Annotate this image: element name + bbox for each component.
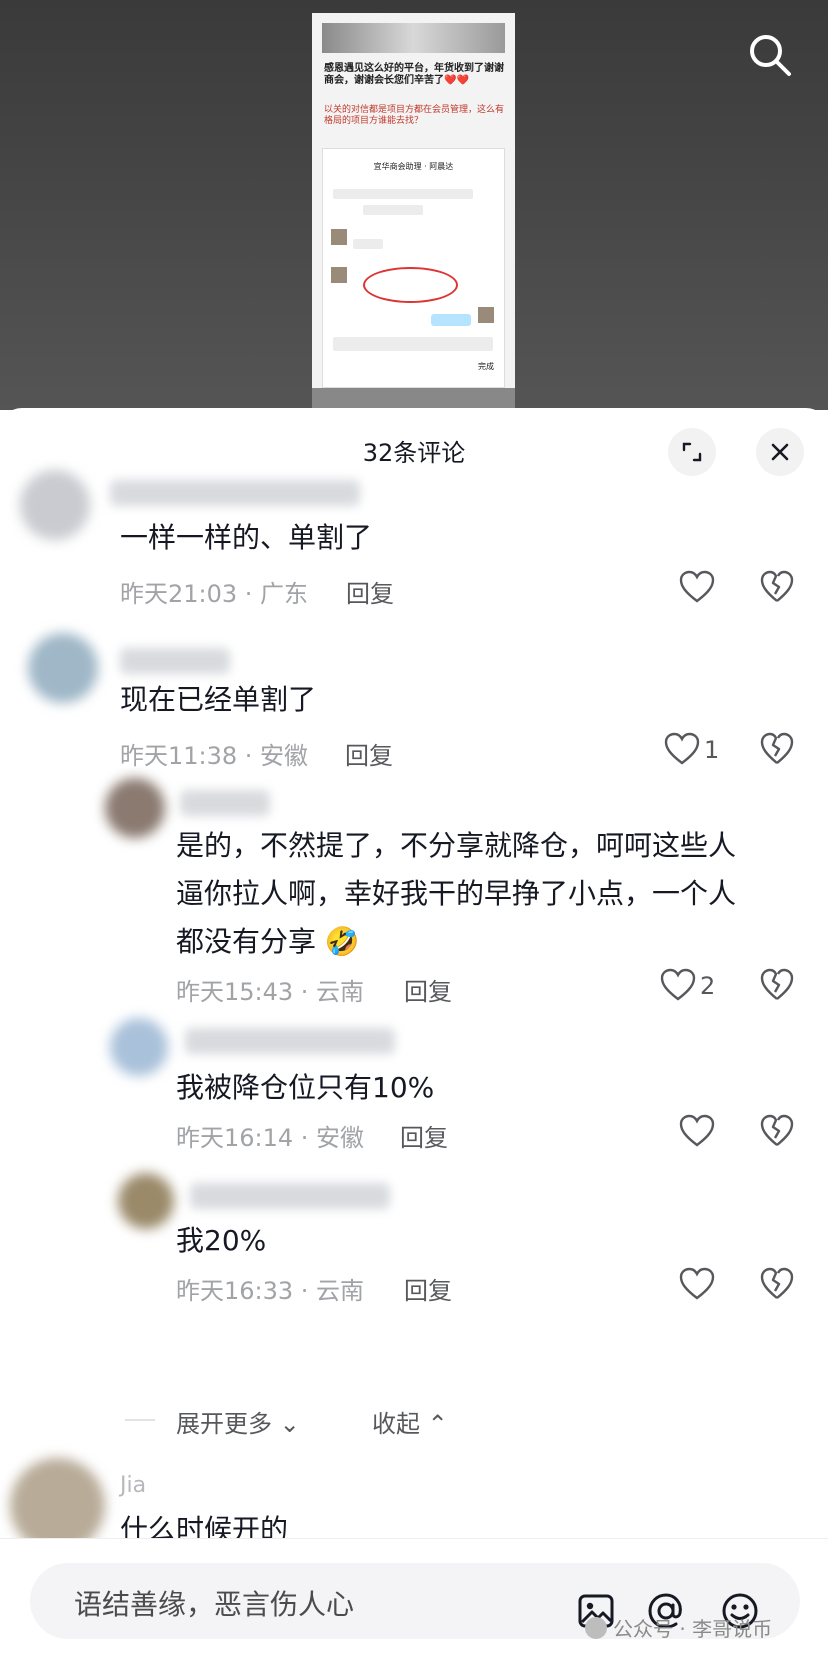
broken-heart-icon[interactable]: [760, 570, 794, 604]
expand-more-button[interactable]: 展开更多 ⌄: [176, 1404, 300, 1439]
thread-divider: [125, 1419, 155, 1421]
comment-text-line-2: 逼你拉人啊，幸好我干的早挣了小点，一个人: [176, 877, 737, 910]
collapse-button[interactable]: 收起 ⌃: [372, 1404, 448, 1439]
thumbnail-caption: 感恩遇见这么好的平台，年货收到了谢谢商会，谢谢会长您们辛苦了❤️❤️: [324, 63, 504, 86]
username[interactable]: [190, 1183, 390, 1209]
username[interactable]: [185, 1028, 395, 1054]
watermark-text: 公众号 · 李哥说币: [613, 1617, 773, 1641]
avatar[interactable]: [110, 1018, 168, 1076]
broken-heart-icon[interactable]: [760, 968, 794, 1002]
thumbnail-photo: [322, 23, 505, 53]
comment-meta: 昨天16:14 · 安徽: [176, 1124, 365, 1152]
thumbnail-chat-screenshot: 宜华商会助理 · 阿晨达 完成: [322, 148, 505, 388]
comment-input-bar: 语结善缘，恶言伤人心: [0, 1538, 828, 1663]
chat-avatar: [331, 229, 347, 245]
heart-icon[interactable]: [660, 968, 696, 1002]
avatar[interactable]: [105, 778, 165, 838]
collapse-label: 收起: [372, 1410, 420, 1438]
like-count: 2: [700, 972, 716, 1000]
broken-heart-icon[interactable]: [760, 1267, 794, 1301]
chat-bubble: [431, 314, 471, 326]
like-count: 1: [704, 736, 720, 764]
broken-heart-icon[interactable]: [760, 732, 794, 766]
comment-meta: 昨天11:38 · 安徽: [120, 742, 309, 770]
reply-button[interactable]: 回复: [404, 972, 452, 1007]
comment-text: 什么时候开的: [120, 1513, 289, 1538]
comment-text: 一样一样的、单割了: [120, 521, 373, 554]
watermark: 公众号 · 李哥说币: [585, 1613, 772, 1642]
chat-avatar: [478, 307, 494, 323]
reply-button[interactable]: 回复: [400, 1118, 448, 1153]
comment-text: 我20%: [176, 1224, 267, 1257]
reply-button[interactable]: 回复: [345, 736, 393, 771]
heart-icon[interactable]: [679, 570, 715, 604]
video-preview[interactable]: 感恩遇见这么好的平台，年货收到了谢谢商会，谢谢会长您们辛苦了❤️❤️ 以关的对信…: [0, 0, 828, 410]
reply-button[interactable]: 回复: [346, 574, 394, 609]
comment-meta: 昨天16:33 · 云南: [176, 1277, 365, 1305]
comment-input-placeholder: 语结善缘，恶言伤人心: [74, 1588, 355, 1621]
comment-text-line-3: 都没有分享 🤣: [176, 925, 360, 958]
chat-avatar: [331, 267, 347, 283]
expand-icon[interactable]: [668, 428, 716, 476]
thumbnail-chat-title: 宜华商会助理 · 阿晨达: [373, 162, 454, 171]
chevron-down-icon: ⌄: [279, 1410, 300, 1438]
avatar[interactable]: [20, 470, 90, 540]
username[interactable]: [120, 648, 230, 674]
thumbnail-done-label: 完成: [478, 362, 494, 371]
chat-line: [363, 205, 423, 215]
comment-meta: 昨天21:03 · 广东: [120, 580, 309, 608]
username[interactable]: [180, 790, 270, 816]
heart-icon[interactable]: [664, 732, 700, 766]
wechat-logo-icon: [585, 1616, 607, 1639]
comment-meta: 昨天15:43 · 云南: [176, 978, 365, 1006]
chat-input: [333, 337, 493, 351]
comment-text-line-1: 是的，不然提了，不分享就降仓，呵呵这些人: [176, 829, 737, 862]
avatar[interactable]: [28, 633, 98, 703]
comment-text: 现在已经单割了: [120, 683, 317, 716]
chat-line: [333, 189, 473, 199]
reply-button[interactable]: 回复: [404, 1271, 452, 1306]
chevron-up-icon: ⌃: [427, 1410, 448, 1438]
close-icon[interactable]: [756, 428, 804, 476]
broken-heart-icon[interactable]: [760, 1114, 794, 1148]
heart-icon[interactable]: [679, 1114, 715, 1148]
username[interactable]: [110, 480, 360, 506]
comment-text: 我被降仓位只有10%: [176, 1071, 435, 1104]
red-highlight-circle: [363, 267, 458, 303]
avatar[interactable]: [118, 1173, 174, 1229]
chat-line: [353, 239, 383, 249]
username[interactable]: Jia: [120, 1473, 146, 1498]
comment-sheet: 32条评论 一样一样的、单割了 昨天21:03 · 广东 回复 现在已经单割了 …: [0, 408, 828, 1663]
video-thumbnail: 感恩遇见这么好的平台，年货收到了谢谢商会，谢谢会长您们辛苦了❤️❤️ 以关的对信…: [312, 13, 515, 410]
thumbnail-bottom-bar: [312, 388, 515, 410]
expand-more-label: 展开更多: [176, 1410, 272, 1438]
heart-icon[interactable]: [679, 1267, 715, 1301]
search-icon[interactable]: [745, 30, 795, 80]
thumbnail-subcaption: 以关的对信都是项目方都在会员管理，这么有格局的项目方谁能去找？: [324, 105, 505, 126]
